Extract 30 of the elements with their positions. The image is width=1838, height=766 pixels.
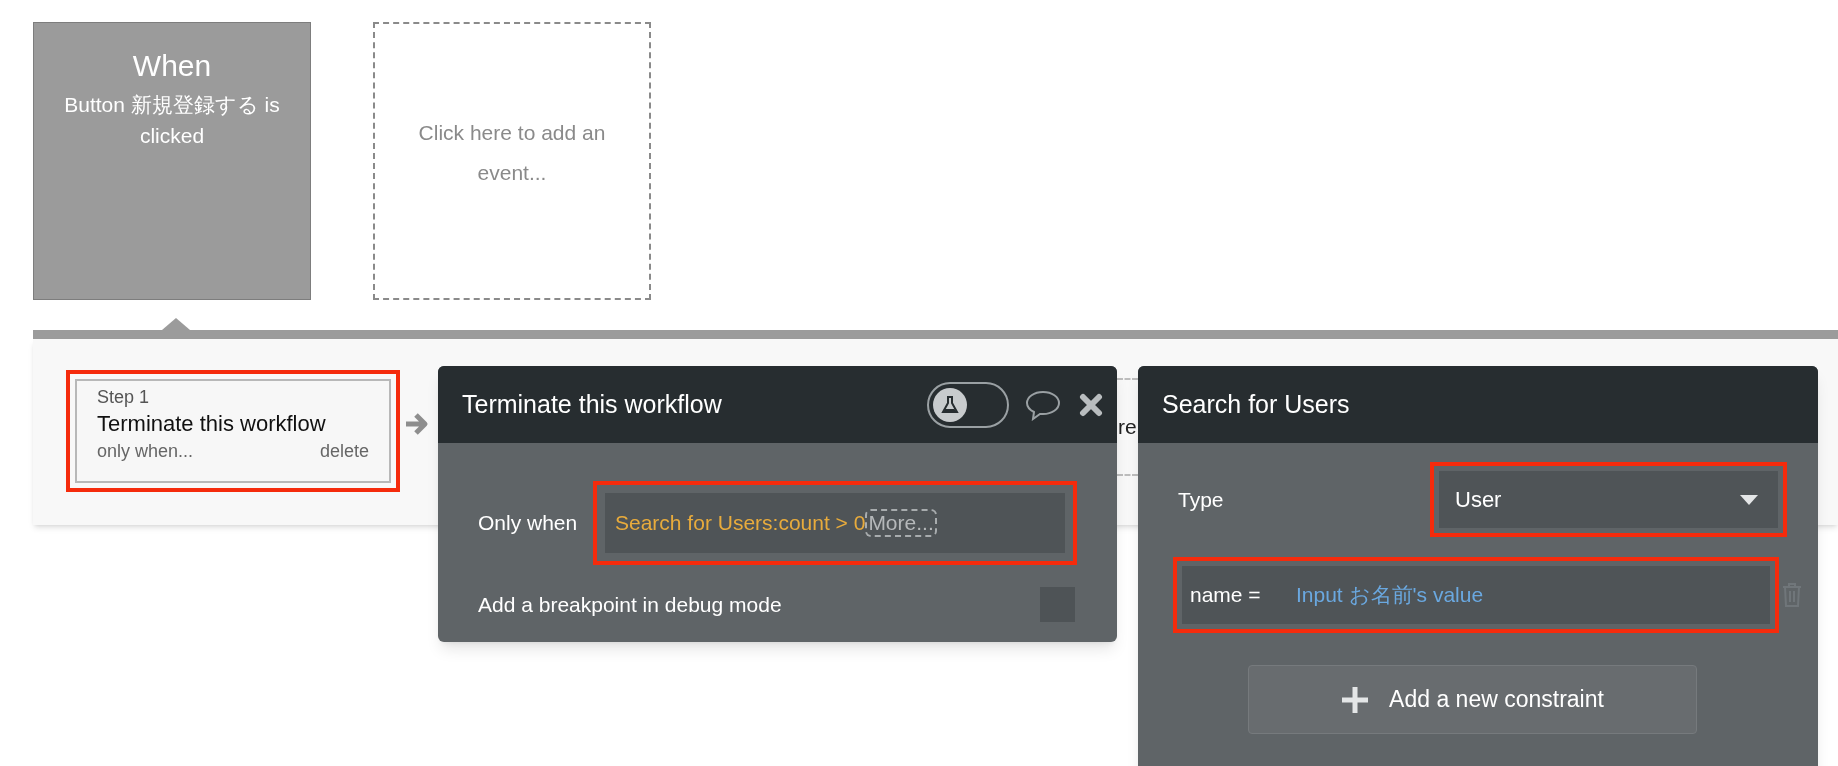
only-when-label: Only when — [478, 510, 579, 537]
arrow-icon — [404, 412, 430, 436]
add-constraint-button[interactable]: Add a new constraint — [1248, 665, 1697, 734]
comment-icon[interactable] — [1025, 388, 1061, 421]
add-event-card[interactable]: Click here to add an event... — [373, 22, 651, 300]
type-dropdown[interactable]: User — [1439, 471, 1778, 528]
delete-link[interactable]: delete — [319, 439, 369, 463]
constraint-row[interactable]: name = Input お名前's value — [1182, 566, 1770, 624]
more-link[interactable]: More... — [865, 509, 937, 537]
condition-expression: Search for Users:count > 0 — [615, 510, 866, 537]
step-action: Terminate this workflow — [97, 410, 327, 438]
caret-icon — [1740, 494, 1758, 505]
type-label: Type — [1178, 486, 1225, 513]
constraint-field: name = — [1190, 579, 1296, 611]
step-card[interactable]: Step 1 Terminate this workflow only when... delete — [75, 379, 391, 483]
close-icon[interactable] — [1079, 392, 1103, 417]
only-when-link[interactable]: only when... — [97, 439, 194, 463]
event-card[interactable]: When Button 新規登録する is clicked — [33, 22, 311, 300]
event-description: Button 新規登録する is clicked — [63, 92, 281, 149]
flask-icon — [933, 387, 967, 422]
debug-toggle[interactable] — [927, 381, 1009, 428]
plus-icon — [1341, 685, 1370, 714]
step-label: Step 1 — [97, 386, 151, 409]
event-title: When — [132, 48, 212, 84]
panel-title: Search for Users — [1162, 388, 1350, 420]
breakpoint-label: Add a breakpoint in debug mode — [478, 591, 782, 618]
panel-title: Terminate this workflow — [462, 388, 723, 420]
constraint-value: Input お名前's value — [1296, 582, 1484, 609]
condition-field[interactable]: Search for Users:count > 0 More... — [605, 493, 1065, 553]
add-event-text: Click here to add an event... — [417, 120, 607, 186]
